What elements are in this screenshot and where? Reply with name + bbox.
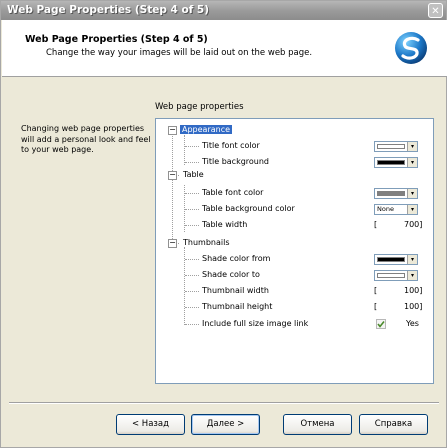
dropdown-arrow-icon[interactable]: ▾ (407, 205, 417, 214)
tree-line (185, 307, 199, 308)
dropdown-arrow-icon[interactable]: ▾ (407, 189, 417, 198)
shade-to-picker[interactable]: ▾ (374, 270, 418, 281)
collapse-icon[interactable]: − (168, 171, 177, 180)
prop-title-background[interactable]: Title background (202, 154, 269, 170)
tree-line (185, 146, 199, 147)
tree-line (185, 193, 199, 194)
combo-value: None (377, 205, 394, 213)
title-font-color-picker[interactable]: ▾ (374, 141, 418, 152)
collapse-icon[interactable]: − (168, 126, 177, 135)
prop-table-width[interactable]: Table width (202, 217, 247, 233)
prop-table-font-color[interactable]: Table font color (202, 185, 263, 201)
dropdown-arrow-icon[interactable]: ▾ (407, 271, 417, 280)
prop-include-full-size-link[interactable]: Include full size image link (202, 316, 308, 332)
dropdown-arrow-icon[interactable]: ▾ (407, 255, 417, 264)
prop-thumbnail-height[interactable]: Thumbnail height (202, 299, 272, 315)
prop-table-background-color[interactable]: Table background color (202, 201, 295, 217)
prop-shade-color-to[interactable]: Shade color to (202, 267, 260, 283)
header-subtitle: Change the way your images will be laid … (46, 48, 313, 58)
title-bar[interactable]: Web Page Properties (Step 4 of 5) ✕ (1, 1, 446, 20)
app-logo-icon (395, 32, 427, 64)
color-swatch (377, 191, 405, 196)
tree-line (185, 162, 199, 163)
tree-item-table[interactable]: Table (183, 167, 204, 183)
help-button[interactable]: Справка (359, 414, 428, 435)
thumbnail-height-bracket: [ (374, 302, 378, 311)
thumbnail-width-value[interactable]: 100] (404, 286, 422, 295)
bottom-separator (9, 402, 439, 404)
tree-line (185, 324, 199, 325)
cancel-button[interactable]: Отмена (283, 414, 352, 435)
tree-line (172, 131, 173, 243)
table-background-picker[interactable]: None ▾ (374, 204, 418, 215)
color-swatch (377, 144, 405, 149)
tree-item-appearance[interactable]: Appearance (180, 122, 233, 138)
next-button[interactable]: Далее > (191, 414, 260, 435)
prop-title-font-color[interactable]: Title font color (202, 138, 260, 154)
color-swatch (377, 160, 405, 165)
tree-item-thumbnails[interactable]: Thumbnails (183, 235, 229, 251)
table-font-color-picker[interactable]: ▾ (374, 188, 418, 199)
wizard-window: Web Page Properties (Step 4 of 5) ✕ Web … (0, 0, 447, 448)
include-link-value: Yes (406, 319, 419, 328)
dropdown-arrow-icon[interactable]: ▾ (407, 158, 417, 167)
tree-item-label: Appearance (180, 125, 233, 134)
properties-tree[interactable]: − Appearance Title font color ▾ Title ba… (155, 118, 434, 384)
prop-shade-color-from[interactable]: Shade color from (202, 251, 270, 267)
dropdown-arrow-icon[interactable]: ▾ (407, 142, 417, 151)
color-swatch (377, 257, 405, 262)
checkmark-icon[interactable] (376, 319, 386, 329)
close-icon[interactable]: ✕ (428, 3, 443, 18)
tree-line (185, 225, 199, 226)
tree-line (185, 259, 199, 260)
prop-thumbnail-width[interactable]: Thumbnail width (202, 283, 269, 299)
tree-line (185, 209, 199, 210)
left-description: Changing web page properties will add a … (21, 124, 151, 154)
table-width-value[interactable]: 700] (404, 220, 422, 229)
thumbnail-width-bracket: [ (374, 286, 378, 295)
tree-line (185, 275, 199, 276)
table-width-bracket: [ (374, 220, 378, 229)
back-button[interactable]: < Назад (116, 414, 185, 435)
tree-line (184, 135, 185, 165)
title-background-picker[interactable]: ▾ (374, 157, 418, 168)
thumbnail-height-value[interactable]: 100] (404, 302, 422, 311)
collapse-icon[interactable]: − (168, 239, 177, 248)
wizard-header: Web Page Properties (Step 4 of 5) Change… (2, 20, 447, 77)
tree-line (185, 291, 199, 292)
header-title: Web Page Properties (Step 4 of 5) (25, 34, 208, 45)
color-swatch (377, 273, 405, 278)
window-title: Web Page Properties (Step 4 of 5) (7, 4, 210, 16)
properties-group-label: Web page properties (155, 102, 244, 112)
shade-from-picker[interactable]: ▾ (374, 254, 418, 265)
